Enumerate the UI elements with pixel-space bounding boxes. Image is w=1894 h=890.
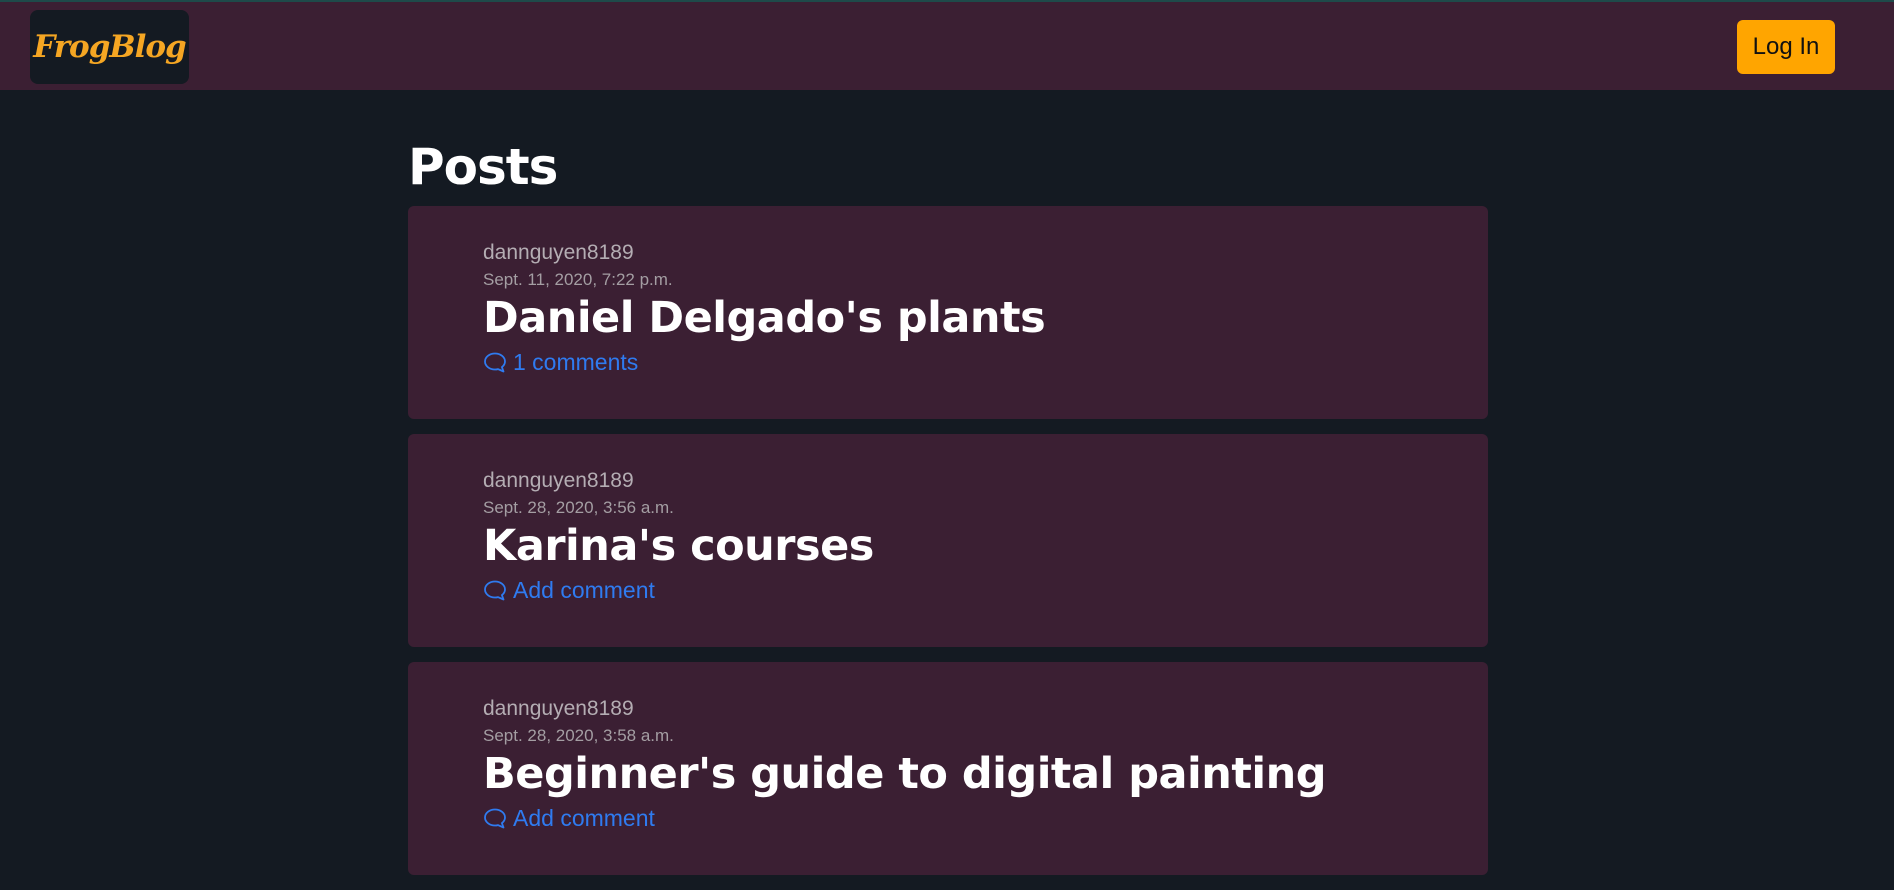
page-title: Posts: [408, 138, 558, 196]
navbar: FrogBlog Log In: [0, 2, 1894, 90]
post-card: dannguyen8189 Sept. 11, 2020, 7:22 p.m. …: [408, 206, 1488, 419]
post-author: dannguyen8189: [483, 469, 634, 492]
post-date: Sept. 28, 2020, 3:56 a.m.: [483, 498, 674, 517]
post-title-link[interactable]: Daniel Delgado's plants: [483, 291, 1046, 345]
add-comment-link[interactable]: Add comment: [483, 803, 1326, 833]
comment-icon: [484, 352, 506, 373]
post-author: dannguyen8189: [483, 241, 634, 264]
post-date: Sept. 28, 2020, 3:58 a.m.: [483, 726, 674, 745]
main-content: Posts dannguyen8189 Sept. 11, 2020, 7:22…: [408, 90, 1488, 890]
comments-link[interactable]: 1 comments: [483, 347, 1045, 377]
post-card: dannguyen8189 Sept. 28, 2020, 3:58 a.m. …: [408, 662, 1488, 875]
post-title-link[interactable]: Karina's courses: [483, 519, 874, 573]
post-author: dannguyen8189: [483, 697, 634, 720]
post-list: dannguyen8189 Sept. 11, 2020, 7:22 p.m. …: [408, 206, 1488, 875]
brand-logo: FrogBlog: [33, 29, 186, 65]
login-button[interactable]: Log In: [1737, 20, 1835, 74]
add-comment-label: Add comment: [513, 577, 655, 603]
brand-logo-link[interactable]: FrogBlog: [30, 10, 189, 84]
post-title-link[interactable]: Beginner's guide to digital painting: [483, 747, 1327, 801]
comment-icon: [484, 580, 506, 601]
post-date: Sept. 11, 2020, 7:22 p.m.: [483, 270, 673, 289]
post-card: dannguyen8189 Sept. 28, 2020, 3:56 a.m. …: [408, 434, 1488, 647]
comment-icon: [484, 808, 506, 829]
add-comment-label: Add comment: [513, 805, 655, 831]
add-comment-link[interactable]: Add comment: [483, 575, 874, 605]
comments-link-label: 1 comments: [513, 349, 639, 375]
